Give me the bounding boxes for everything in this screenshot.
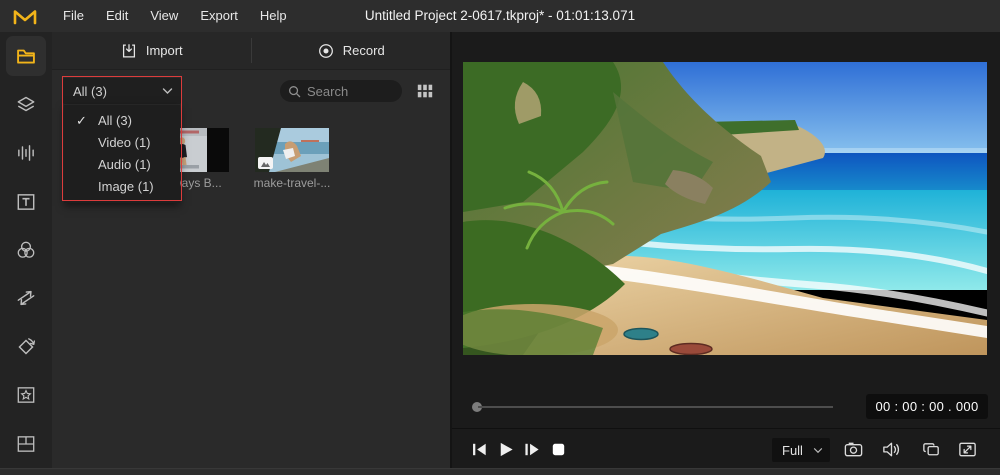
filter-option-audio[interactable]: Audio (1) xyxy=(64,154,180,176)
app-logo-icon xyxy=(10,5,40,27)
text-icon xyxy=(17,193,35,210)
chevron-down-icon xyxy=(813,447,823,453)
media-item-label: make-travel-... xyxy=(253,176,331,190)
layers-icon xyxy=(17,96,35,111)
sidebar-item-effects[interactable] xyxy=(0,371,52,419)
camera-icon xyxy=(844,442,862,456)
video-preview[interactable] xyxy=(463,62,987,355)
record-button[interactable]: Record xyxy=(252,32,451,69)
play-button[interactable] xyxy=(494,438,516,460)
duplicate-icon xyxy=(922,442,939,455)
previous-frame-icon xyxy=(472,443,486,455)
audio-waveform-icon xyxy=(18,145,34,161)
menu-edit[interactable]: Edit xyxy=(95,0,139,32)
star-box-icon xyxy=(17,387,35,404)
import-button[interactable]: Import xyxy=(52,32,251,69)
snapshot-button[interactable] xyxy=(842,438,864,460)
media-panel: Import Record All (3) Search Always B...… xyxy=(52,32,450,468)
filters-icon xyxy=(17,241,35,258)
media-item-image[interactable]: make-travel-... xyxy=(254,128,330,190)
stop-button[interactable] xyxy=(547,438,569,460)
fullscreen-icon xyxy=(958,442,976,456)
preview-zoom-value: Full xyxy=(782,442,803,458)
media-thumbnail xyxy=(255,128,329,172)
filter-option-video[interactable]: Video (1) xyxy=(64,132,180,154)
menu-file[interactable]: File xyxy=(52,0,95,32)
record-icon xyxy=(318,43,333,58)
sidebar-item-audio[interactable] xyxy=(0,129,52,177)
filter-option-all[interactable]: ✓ All (3) xyxy=(64,110,180,132)
sidebar xyxy=(0,32,52,468)
volume-icon xyxy=(882,442,899,456)
preview-panel: 00 : 00 : 00 . 000 Full xyxy=(450,32,1000,468)
media-folder-icon xyxy=(6,36,46,77)
sidebar-item-rotation[interactable] xyxy=(0,323,52,371)
import-label: Import xyxy=(145,43,183,58)
menu-bar: File Edit View Export Help xyxy=(52,0,298,32)
title-bar: File Edit View Export Help Untitled Proj… xyxy=(0,0,1000,32)
media-filter-value: All (3) xyxy=(73,83,107,99)
rotation-icon xyxy=(18,338,36,355)
split-screen-icon xyxy=(17,435,35,452)
record-label: Record xyxy=(342,43,385,58)
controls-divider xyxy=(452,428,1000,429)
main-area: Import Record All (3) Search Always B...… xyxy=(0,32,1000,468)
sidebar-item-split-screen[interactable] xyxy=(0,420,52,468)
next-frame-icon xyxy=(524,443,539,455)
menu-help[interactable]: Help xyxy=(249,0,298,32)
seek-track[interactable] xyxy=(478,406,833,408)
window-title: Untitled Project 2-0617.tkproj* - 01:01:… xyxy=(364,8,636,23)
sidebar-item-layers[interactable] xyxy=(0,80,52,128)
volume-button[interactable] xyxy=(880,438,902,460)
app-window: File Edit View Export Help Untitled Proj… xyxy=(0,0,1000,475)
fullscreen-button[interactable] xyxy=(956,438,978,460)
chevron-down-icon xyxy=(162,88,173,94)
media-filter-dropdown[interactable]: All (3) xyxy=(63,78,181,104)
menu-view[interactable]: View xyxy=(139,0,189,32)
sidebar-item-transitions[interactable] xyxy=(0,274,52,322)
next-frame-button[interactable] xyxy=(520,438,542,460)
grid-view-button[interactable] xyxy=(414,80,436,102)
previous-frame-button[interactable] xyxy=(468,438,490,460)
import-icon xyxy=(122,43,135,57)
timeline-edge-strip xyxy=(0,468,1000,475)
play-icon xyxy=(500,442,513,456)
filter-option-image[interactable]: Image (1) xyxy=(64,176,180,198)
stop-icon xyxy=(552,443,564,455)
media-tab-row: Import Record xyxy=(52,32,450,70)
preview-zoom-dropdown[interactable]: Full xyxy=(772,438,830,462)
search-icon xyxy=(289,85,301,97)
detach-window-button[interactable] xyxy=(920,438,942,460)
timecode-display: 00 : 00 : 00 . 000 xyxy=(866,394,988,419)
sidebar-item-media[interactable] xyxy=(0,32,52,80)
transitions-icon xyxy=(17,291,35,306)
media-filter-menu: ✓ All (3) Video (1) Audio (1) Image (1) xyxy=(64,105,180,203)
checkmark-icon: ✓ xyxy=(76,113,87,128)
grid-view-icon xyxy=(417,84,433,98)
menu-export[interactable]: Export xyxy=(189,0,249,32)
image-badge-icon xyxy=(258,157,273,169)
sidebar-item-text[interactable] xyxy=(0,177,52,225)
search-box[interactable] xyxy=(280,80,402,102)
search-input[interactable] xyxy=(307,83,393,99)
sidebar-item-filters[interactable] xyxy=(0,226,52,274)
